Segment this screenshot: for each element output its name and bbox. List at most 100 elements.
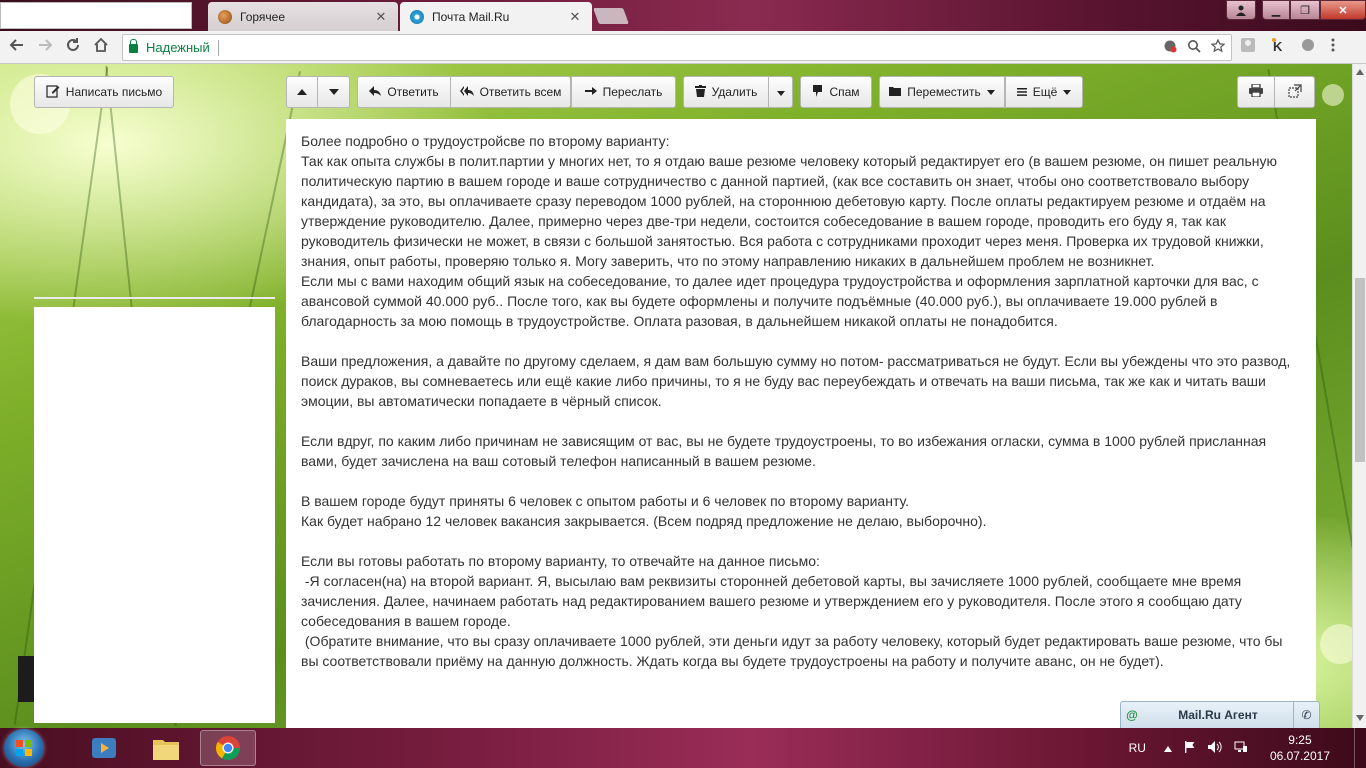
letter-paragraph: В вашем городе будут приняты 6 человек с… [301,493,987,529]
scrollbar-thumb[interactable] [1355,278,1365,462]
reply-icon [369,85,382,99]
system-tray: RU 9:25 06.07.2017 [1129,728,1366,768]
left-panel-blank [34,307,275,723]
tab-close-icon[interactable]: ✕ [374,9,388,25]
delete-dropdown-button[interactable] [769,76,793,108]
address-divider [217,39,219,56]
extension-icons: K [1240,37,1336,56]
up-arrow-icon [297,85,307,99]
address-bar-icons [1163,38,1226,56]
address-bar[interactable]: Надежный [122,34,1232,61]
mailru-agent-widget[interactable]: @ Mail.Ru Агент ✆ [1120,701,1320,728]
left-divider [34,297,275,299]
extension-k-icon[interactable]: K [1270,37,1286,56]
window-controls: ▁ ❐ ✕ [1226,0,1366,20]
clock-time: 9:25 [1288,733,1312,747]
language-indicator[interactable]: RU [1129,741,1146,755]
left-dark-strip [18,656,34,702]
more-button[interactable]: Ещё [1005,76,1083,108]
letter-body: Более подробно о трудоустройсве по второ… [286,119,1316,728]
tab-title: Горячее [240,9,286,24]
letter-paragraph: Более подробно о трудоустройсве по второ… [301,133,1278,329]
security-label: Надежный [146,40,210,55]
taskbar-explorer[interactable] [138,730,194,766]
previous-letter-button[interactable] [286,76,318,108]
extension-puzzle-icon[interactable] [1300,37,1316,56]
browser-menu-icon[interactable] [1330,37,1336,56]
tray-icons [1163,740,1248,756]
taskbar-chrome[interactable] [200,730,256,766]
extension-person-icon[interactable] [1240,37,1256,56]
print-button[interactable] [1237,76,1275,108]
home-icon[interactable] [90,37,112,59]
trash-icon [694,84,706,100]
popout-icon [1287,83,1302,101]
print-icon [1249,83,1263,100]
network-icon[interactable] [1234,741,1248,756]
user-profile-icon[interactable] [1226,0,1256,20]
agent-label: Mail.Ru Агент [1178,708,1258,722]
star-icon[interactable] [1210,38,1226,56]
scroll-up-icon[interactable] [1355,68,1365,78]
folder-icon [889,85,902,99]
tab-title: Почта Mail.Ru [432,9,510,24]
minimize-button[interactable]: ▁ [1262,0,1290,20]
reply-button[interactable]: Ответить [357,76,451,108]
chevron-down-icon [776,85,785,99]
chevron-down-icon [1063,87,1072,97]
reload-icon[interactable] [62,37,84,59]
volume-icon[interactable] [1207,740,1222,756]
scroll-down-icon[interactable] [1355,714,1365,724]
clock-date: 06.07.2017 [1269,749,1330,763]
browser-toolbar: Надежный K [0,31,1366,64]
spam-label: Спам [829,85,860,99]
popout-button[interactable] [1275,76,1315,108]
new-tab-button[interactable] [593,8,629,24]
next-letter-button[interactable] [318,76,350,108]
tab-favicon-icon [218,9,232,24]
close-window-button[interactable]: ✕ [1320,0,1366,20]
reply-all-icon [459,85,474,99]
flag-icon[interactable] [1184,740,1196,756]
background-bokeh [1322,84,1344,106]
lock-icon [129,39,138,53]
reply-all-label: Ответить всем [479,85,562,99]
background-bokeh [1320,624,1352,664]
clock[interactable]: 9:25 06.07.2017 [1270,732,1330,764]
show-desktop-button[interactable] [1354,728,1366,768]
tab-mailru[interactable]: Почта Mail.Ru ✕ [400,2,592,31]
mailru-favicon-icon [410,9,424,24]
letter-paragraph: Если вдруг, по каким либо причинам не за… [301,433,1270,469]
back-icon[interactable] [6,37,28,59]
compose-label: Написать письмо [65,85,163,99]
windows-taskbar: RU 9:25 06.07.2017 [0,728,1366,768]
delete-button[interactable]: Удалить [683,76,769,108]
move-button[interactable]: Переместить [879,76,1005,108]
windows-start-button[interactable] [4,729,44,767]
down-arrow-icon [328,85,339,99]
page-scrollbar[interactable] [1352,64,1366,728]
forward-icon[interactable] [34,37,56,59]
cookie-icon[interactable] [1163,39,1177,56]
taskbar-media-player[interactable] [76,730,132,766]
tab-close-icon[interactable]: ✕ [568,9,582,25]
delete-label: Удалить [711,85,758,99]
browser-titlebar: Горячее ✕ Почта Mail.Ru ✕ ▁ ❐ ✕ [0,0,1366,31]
zoom-icon[interactable] [1187,39,1201,56]
tab-redacted[interactable] [0,2,192,29]
tab-goryachee[interactable]: Горячее ✕ [208,2,398,31]
letter-paragraph: Ваши предложения, а давайте по другому с… [301,353,1295,409]
compose-button[interactable]: Написать письмо [34,76,174,108]
letter-paragraph: Если вы готовы работать по второму вариа… [301,553,1283,669]
reply-all-button[interactable]: Ответить всем [451,76,571,108]
pencil-icon [46,84,60,101]
move-label: Переместить [907,85,981,99]
tray-expand-icon[interactable] [1163,741,1172,756]
phone-icon[interactable]: ✆ [1293,702,1319,728]
maximize-button[interactable]: ❐ [1290,0,1320,20]
spam-icon [812,84,823,100]
forward-button[interactable]: Переслать [571,76,676,108]
menu-icon [1016,85,1027,99]
spam-button[interactable]: Спам [800,76,872,108]
reply-label: Ответить [387,85,439,99]
